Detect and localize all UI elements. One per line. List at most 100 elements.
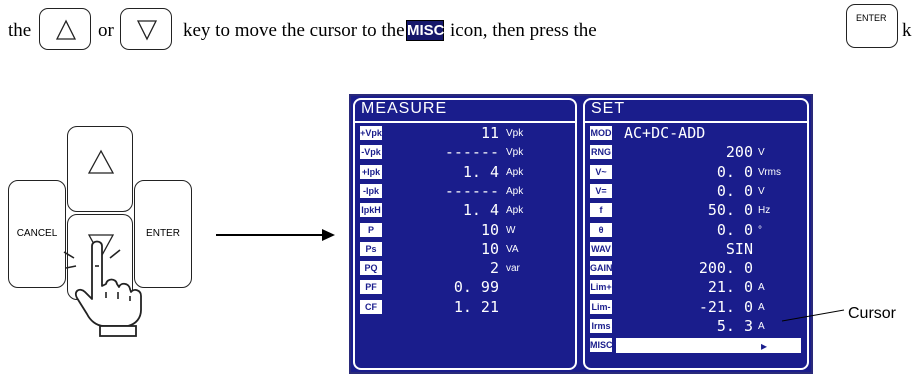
- cursor-highlight-bar: [616, 338, 801, 354]
- cursor-label: Cursor: [848, 305, 897, 322]
- cursor-arrow-icon: ▸: [760, 339, 767, 354]
- set-row: WAV SIN: [590, 239, 801, 258]
- param-icon: -Ipk: [360, 183, 382, 198]
- up-key-button[interactable]: [39, 8, 91, 50]
- param-icon: V~: [590, 164, 612, 179]
- param-icon: -Vpk: [360, 145, 382, 160]
- param-icon: +Vpk: [360, 126, 382, 140]
- measure-row: +Ipk 1. 4 Apk: [360, 162, 569, 181]
- right-arrow-icon: [216, 229, 335, 241]
- set-row: GAIN 200. 0: [590, 259, 801, 278]
- param-icon: IpkH: [360, 203, 382, 218]
- param-value: 1. 21: [453, 297, 499, 316]
- param-icon: MISC: [590, 338, 612, 353]
- param-icon: Lim+: [590, 280, 612, 295]
- down-triangle-icon: [136, 20, 158, 41]
- param-value: 21. 0: [707, 278, 753, 297]
- measure-row: IpkH 1. 4 Apk: [360, 201, 569, 220]
- param-unit: Apk: [506, 205, 524, 217]
- param-icon: Lim-: [590, 299, 612, 314]
- set-divider: [585, 121, 807, 123]
- measure-panel: MEASURE +Vpk 11 Vpk -Vpk ------ Vpk +Ipk 1. 4 Ap…: [353, 98, 577, 370]
- param-value: SIN: [725, 239, 753, 258]
- param-icon: GAIN: [590, 261, 612, 276]
- set-row: Lim+ 21. 0 A: [590, 278, 801, 297]
- cancel-key-label: CANCEL: [16, 228, 58, 239]
- param-value: 200. 0: [698, 259, 753, 278]
- keypad-up-key[interactable]: [67, 126, 133, 212]
- param-unit: Apk: [506, 185, 524, 197]
- param-unit: Vpk: [506, 147, 524, 159]
- param-icon: Ps: [360, 241, 382, 256]
- param-value: -21. 0: [698, 297, 753, 316]
- measure-title: MEASURE: [361, 100, 448, 117]
- lcd-screen: MEASURE +Vpk 11 Vpk -Vpk ------ Vpk +Ipk 1. 4 Ap…: [349, 94, 813, 374]
- set-row: θ 0. 0 °: [590, 220, 801, 239]
- param-icon: P: [360, 222, 382, 237]
- param-icon: f: [590, 203, 612, 218]
- param-value: 200: [725, 143, 753, 162]
- measure-row: PQ 2 var: [360, 259, 569, 278]
- pressing-hand-icon: [63, 240, 142, 337]
- param-unit: V: [758, 147, 765, 159]
- measure-row: +Vpk 11 Vpk: [360, 124, 569, 142]
- param-unit: W: [506, 224, 516, 236]
- set-row: f 50. 0 Hz: [590, 202, 801, 219]
- param-value: 10: [480, 239, 499, 258]
- param-icon: CF: [360, 299, 382, 314]
- param-icon: V=: [590, 183, 612, 198]
- param-unit: A: [758, 282, 765, 294]
- param-icon: Irms: [590, 319, 612, 333]
- param-value: 11: [480, 124, 499, 142]
- param-value: 1. 4: [462, 162, 499, 181]
- measure-row: P 10 W: [360, 220, 569, 239]
- param-unit: Vpk: [506, 128, 524, 139]
- enter-key-inline-button[interactable]: ENTER: [846, 4, 898, 48]
- measure-row: -Vpk ------ Vpk: [360, 143, 569, 162]
- param-value: 0. 0: [716, 220, 753, 239]
- set-row: V= 0. 0 V: [590, 181, 801, 200]
- up-arrow-icon: [87, 149, 115, 174]
- cursor-leader-line: [782, 309, 845, 322]
- down-key-button[interactable]: [120, 8, 172, 50]
- set-row: Lim- -21. 0 A: [590, 297, 801, 316]
- param-unit: VA: [506, 243, 519, 255]
- set-row: MOD AC+DC-ADD: [590, 124, 801, 142]
- param-icon: WAV: [590, 241, 612, 256]
- param-value: 0. 99: [453, 278, 499, 297]
- param-value: ------: [444, 181, 499, 200]
- param-icon: RNG: [590, 145, 612, 160]
- measure-row: PF 0. 99: [360, 278, 569, 297]
- param-icon: PF: [360, 280, 382, 295]
- param-value: 1. 4: [462, 201, 499, 220]
- instruction-text-or: or: [98, 20, 114, 41]
- param-value: 2: [489, 259, 499, 278]
- param-unit: V: [758, 185, 765, 197]
- cancel-key-button[interactable]: CANCEL: [8, 180, 66, 288]
- instruction-text-end: k: [902, 20, 912, 41]
- param-unit: A: [758, 301, 765, 313]
- up-triangle-icon: [55, 19, 77, 40]
- param-unit: A: [758, 321, 765, 332]
- instruction-text-the: the: [8, 20, 32, 41]
- param-value: AC+DC-ADD: [624, 124, 706, 142]
- set-row: V~ 0. 0 Vrms: [590, 164, 801, 181]
- param-value: 0. 0: [716, 181, 753, 200]
- measure-row: Ps 10 VA: [360, 239, 569, 258]
- param-icon: MOD: [590, 126, 612, 140]
- instruction-line: the or key to move the cursor to the MIS…: [0, 4, 912, 60]
- param-icon: PQ: [360, 261, 382, 276]
- measure-divider: [355, 121, 575, 123]
- param-unit: Hz: [758, 205, 771, 217]
- set-title: SET: [591, 100, 626, 117]
- param-icon: +Ipk: [360, 164, 382, 179]
- instruction-text-move: key to move the cursor to the: [183, 20, 405, 41]
- set-row[interactable]: MISC ▸: [590, 338, 801, 354]
- set-row: Irms 5. 3 A: [590, 318, 801, 335]
- misc-icon: MISC: [406, 20, 445, 41]
- set-panel: SET MOD AC+DC-ADD RNG 200 V V~ 0. 0 Vrms V= 0. 0V…: [583, 98, 809, 370]
- param-value: 10: [480, 220, 499, 239]
- param-value: ------: [444, 143, 499, 162]
- measure-row: CF 1. 21: [360, 297, 569, 316]
- param-unit: Vrms: [758, 166, 781, 178]
